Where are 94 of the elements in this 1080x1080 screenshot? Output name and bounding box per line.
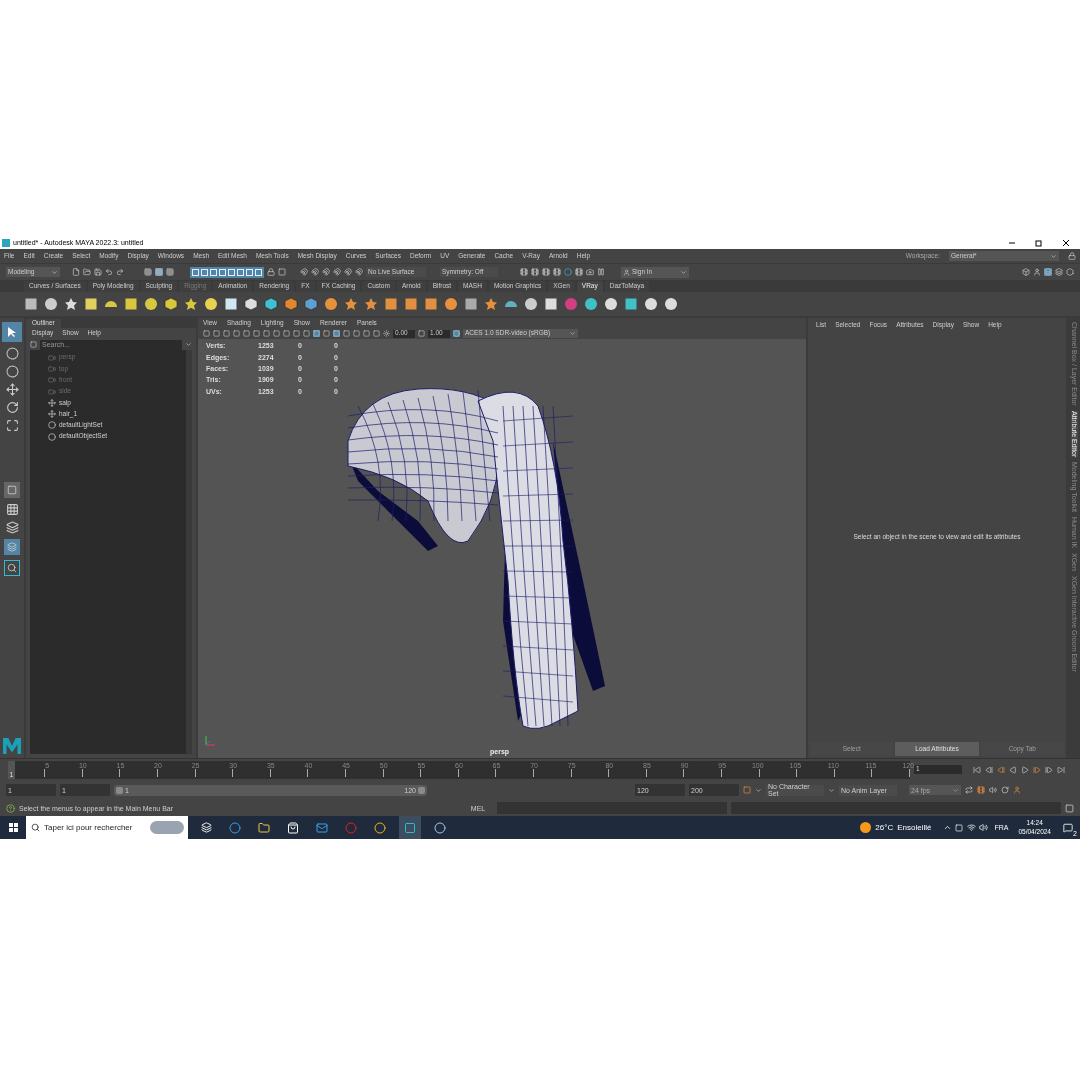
sphere-icon[interactable] — [664, 297, 678, 311]
transform-node-icon[interactable] — [48, 398, 56, 407]
user-icon[interactable] — [623, 268, 630, 276]
search-icon[interactable] — [4, 560, 20, 576]
sphere-icon[interactable] — [204, 297, 218, 311]
star-icon[interactable] — [344, 297, 358, 311]
exposure-icon[interactable] — [383, 330, 390, 337]
magnet-icon[interactable] — [355, 268, 363, 276]
play-icon[interactable] — [1021, 765, 1029, 774]
app-logo-icon — [2, 238, 10, 247]
range-handle-icon[interactable] — [116, 786, 123, 794]
axis-gizmo-icon — [203, 734, 217, 748]
sphere-icon[interactable] — [44, 297, 58, 311]
scale-tool-icon[interactable] — [5, 419, 19, 432]
caret-icon[interactable] — [51, 268, 58, 276]
modeling-toolkit-icon[interactable] — [1022, 268, 1030, 276]
star-icon[interactable] — [184, 297, 198, 311]
skip-to-start-icon[interactable] — [973, 765, 981, 774]
step-forward-icon[interactable] — [1045, 765, 1053, 774]
message-icon[interactable] — [1063, 822, 1073, 833]
camera-icon[interactable] — [48, 364, 56, 373]
sphere-icon[interactable] — [444, 297, 458, 311]
taskbar-search-field[interactable]: Taper ici pour rechercher — [26, 816, 188, 839]
human-figure-icon[interactable] — [1033, 268, 1041, 276]
open-folder-icon[interactable] — [83, 268, 91, 276]
sphere-icon[interactable] — [144, 297, 158, 311]
square-icon[interactable] — [224, 297, 238, 311]
square-icon[interactable] — [404, 297, 418, 311]
square-icon[interactable] — [424, 297, 438, 311]
star-icon[interactable] — [484, 297, 498, 311]
render-icon[interactable] — [586, 268, 594, 276]
redo-icon[interactable] — [116, 268, 124, 276]
magnet-icon[interactable] — [322, 268, 330, 276]
caret-icon[interactable] — [755, 786, 762, 794]
step-back-icon[interactable] — [985, 765, 993, 774]
maya-logo-icon — [3, 738, 21, 754]
four-view-icon[interactable] — [5, 503, 19, 516]
illustration-placeholder — [150, 821, 184, 834]
magnet-icon[interactable] — [333, 268, 341, 276]
sphere-icon[interactable] — [584, 297, 598, 311]
square-icon[interactable] — [464, 297, 478, 311]
play-backwards-icon[interactable] — [1009, 765, 1017, 774]
magnet-icon[interactable] — [300, 268, 308, 276]
sphere-icon[interactable] — [324, 297, 338, 311]
previous-key-icon[interactable] — [997, 765, 1005, 774]
magnet-icon[interactable] — [344, 268, 352, 276]
speaker-icon[interactable] — [977, 823, 990, 832]
selection-mask-bar[interactable] — [190, 266, 264, 278]
app-logo-icon[interactable] — [399, 816, 421, 839]
magnet-icon[interactable] — [311, 268, 319, 276]
camera-icon[interactable] — [48, 353, 56, 362]
rotate-tool-icon[interactable] — [5, 401, 19, 414]
weather-sun-icon — [860, 822, 872, 833]
single-view-icon[interactable] — [4, 482, 20, 498]
weather-temperature: 26°C — [875, 823, 894, 832]
next-key-icon[interactable] — [1033, 765, 1041, 774]
square-icon[interactable] — [84, 297, 98, 311]
square-icon[interactable] — [544, 297, 558, 311]
weather-description: Ensoleillé — [897, 823, 932, 832]
wifi-icon[interactable] — [965, 823, 978, 832]
pause-icon[interactable] — [597, 268, 605, 276]
color-management-icon[interactable] — [453, 330, 460, 337]
square-icon[interactable] — [624, 297, 638, 311]
star-icon[interactable] — [64, 297, 78, 311]
square-icon[interactable] — [24, 297, 38, 311]
new-file-icon[interactable] — [72, 268, 80, 276]
search-icon[interactable] — [31, 823, 40, 832]
transform-node-icon[interactable] — [48, 410, 56, 419]
square-icon[interactable] — [384, 297, 398, 311]
camera-icon[interactable] — [48, 387, 56, 396]
star-icon[interactable] — [364, 297, 378, 311]
lock-icon[interactable] — [1068, 252, 1076, 260]
caret-icon[interactable] — [569, 330, 576, 337]
speaker-icon[interactable] — [989, 786, 997, 794]
range-handle-icon[interactable] — [418, 786, 425, 794]
loop-icon[interactable] — [965, 786, 973, 794]
caret-icon[interactable] — [1050, 252, 1057, 260]
sphere-icon[interactable] — [524, 297, 538, 311]
lock-icon[interactable] — [267, 268, 275, 276]
square-icon[interactable] — [124, 297, 138, 311]
render-view-icon[interactable] — [564, 268, 572, 276]
scrollbar[interactable] — [186, 350, 192, 754]
move-tool-icon[interactable] — [5, 383, 19, 396]
sphere-icon[interactable] — [604, 297, 618, 311]
caret-icon[interactable] — [828, 786, 835, 794]
save-icon[interactable] — [94, 268, 102, 276]
caret-icon[interactable] — [680, 268, 687, 276]
undo-icon[interactable] — [105, 268, 113, 276]
camera-icon[interactable] — [48, 376, 56, 385]
caret-icon[interactable] — [185, 341, 192, 348]
skip-to-end-icon[interactable] — [1057, 765, 1065, 774]
sphere-icon[interactable] — [644, 297, 658, 311]
running-figure-icon[interactable] — [1013, 786, 1021, 794]
help-icon[interactable] — [6, 803, 15, 813]
